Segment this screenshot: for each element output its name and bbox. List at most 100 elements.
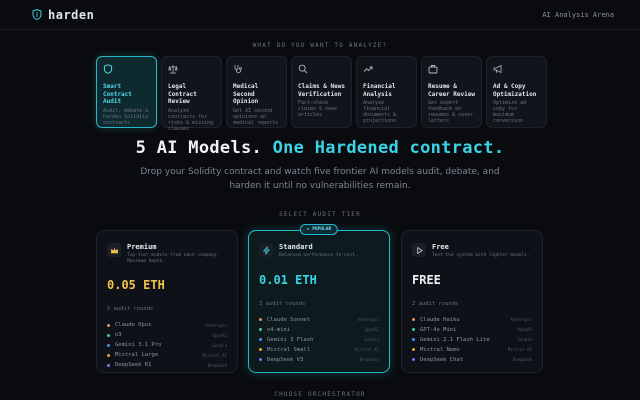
category-desc: Analyze financial documents & projection… (363, 100, 397, 124)
model-dot (259, 318, 262, 321)
model-dot (259, 328, 262, 331)
hero-accent: One Hardened contract. (272, 138, 505, 158)
category-card-smart-contract[interactable]: Smart Contract Audit Audit, debate & har… (96, 56, 157, 128)
category-title: Financial Analysis (363, 83, 396, 98)
model-dot (412, 358, 415, 361)
category-list: Smart Contract Audit Audit, debate & har… (96, 56, 547, 132)
category-title: Ad & Copy Optimization (493, 83, 537, 98)
tier-card-standard[interactable]: ★ POPULAR Standard Balanced performance-… (248, 224, 390, 373)
model-dot (412, 318, 415, 321)
model-dot (107, 323, 110, 327)
category-desc: Get expert feedback on resumes & cover l… (428, 100, 474, 124)
model-dot (107, 353, 110, 357)
model-row: DeepSeek R1 DeepSeek (107, 360, 227, 370)
tier-desc: Top-tier models from each company. Maxim… (127, 253, 220, 264)
model-list: Claude Haiku Anthropic GPT-4o Mini OpenAI … (412, 315, 532, 365)
model-provider: OpenAI (517, 327, 532, 332)
model-provider: Google (517, 337, 532, 342)
popular-badge: ★ POPULAR (299, 224, 339, 235)
shield-icon (103, 64, 113, 74)
scale-icon (168, 65, 178, 74)
category-desc: Optimize ad copy for maximum conversion (493, 100, 527, 124)
model-row: Gemini 2.1 Flash Lite Google (412, 335, 532, 345)
category-card-resume[interactable]: Resume & Career Review Get expert feedba… (421, 56, 482, 128)
tier-price: 0.01 ETH (259, 272, 317, 287)
bolt-icon (259, 243, 273, 257)
model-row: Gemini 3.1 Pro Google (107, 340, 227, 350)
tier-desc: Balanced performance-to-cost. (279, 253, 358, 258)
model-name: Mistral Large (115, 352, 159, 358)
model-dot (412, 338, 415, 341)
model-row: Claude Sonnet Anthropic (259, 315, 379, 325)
model-dot (259, 358, 262, 361)
magnifier-icon (298, 64, 308, 74)
top-bar: harden AI Analysis Arena (0, 0, 640, 30)
nav-label[interactable]: AI Analysis Arena (542, 11, 614, 19)
model-name: Claude Sonnet (267, 316, 311, 323)
model-row: Mistral Large Mistral AI (107, 350, 227, 360)
tier-name: Premium (127, 243, 157, 251)
briefcase-icon (428, 65, 438, 74)
tier-rounds: 3 audit rounds (259, 300, 306, 307)
category-card-financial[interactable]: Financial Analysis Analyze financial doc… (356, 56, 417, 128)
model-row: GPT-4o Mini OpenAI (412, 325, 532, 335)
model-dot (107, 343, 110, 347)
shield-logo-icon (32, 9, 42, 20)
model-row: Claude Opus Anthropic (107, 320, 227, 330)
tier-rounds: 2 audit rounds (412, 300, 459, 307)
model-row: o4-mini OpenAI (259, 325, 379, 335)
category-title: Smart Contract Audit (103, 83, 132, 105)
hero-headline: 5 AI Models. One Hardened contract. (0, 138, 640, 158)
tier-card-premium[interactable]: Premium Top-tier models from each compan… (96, 230, 238, 373)
tier-price: 0.05 ETH (107, 278, 165, 292)
category-desc: Analyze contracts for risks & missing cl… (168, 107, 214, 132)
crown-icon (107, 243, 121, 257)
model-name: DeepSeek V3 (267, 356, 304, 363)
model-row: Mistral Nemo Mistral AI (412, 345, 532, 355)
model-name: DeepSeek Chat (420, 356, 464, 363)
model-name: Claude Haiku (420, 316, 460, 323)
model-dot (107, 363, 110, 367)
category-title: Claims & News Verification (298, 83, 345, 98)
model-provider: OpenAI (364, 327, 379, 332)
brand-name: harden (48, 7, 95, 22)
analyze-section-label: WHAT DO YOU WANT TO ANALYZE? (252, 42, 388, 49)
trend-icon (363, 66, 373, 72)
tier-desc: Test the system with lighter models. (432, 253, 530, 258)
brand[interactable]: harden (32, 8, 94, 22)
model-dot (107, 333, 110, 337)
orchestrator-section-label: CHOOSE ORCHESTRATOR (274, 391, 366, 398)
model-provider: DeepSeek (207, 362, 227, 368)
model-row: o3 OpenAI (107, 330, 227, 340)
model-name: Gemini 3.1 Pro (115, 342, 162, 348)
model-provider: DeepSeek (359, 357, 379, 362)
play-icon (412, 243, 426, 257)
model-name: GPT-4o Mini (420, 326, 457, 333)
tier-price: FREE (412, 272, 441, 287)
model-row: Claude Haiku Anthropic (412, 315, 532, 325)
category-title: Medical Second Opinion (233, 83, 259, 105)
category-desc: Audit, debate & harden Solidity contract… (103, 107, 149, 126)
category-card-medical[interactable]: Medical Second Opinion Get AI second opi… (226, 56, 287, 128)
hero-lead: 5 AI Models. (135, 138, 263, 158)
tier-card-free[interactable]: Free Test the system with lighter models… (401, 230, 543, 373)
model-list: Claude Sonnet Anthropic o4-mini OpenAI Gem… (259, 315, 379, 365)
category-card-legal[interactable]: Legal Contract Review Analyze contracts … (161, 56, 222, 132)
model-name: o3 (115, 332, 122, 338)
tier-rounds: 5 audit rounds (107, 306, 154, 312)
megaphone-icon (493, 64, 502, 74)
model-provider: Mistral AI (507, 347, 532, 352)
model-provider: OpenAI (212, 332, 227, 338)
model-list: Claude Opus Anthropic o3 OpenAI Gemini 3.1… (107, 320, 227, 370)
model-row: Gemini 3 Flash Google (259, 335, 379, 345)
category-title: Resume & Career Review (428, 83, 475, 98)
model-name: Claude Opus (115, 322, 152, 328)
hero-subtitle: Drop your Solidity contract and watch fi… (140, 167, 500, 191)
category-card-claims[interactable]: Claims & News Verification Fact-check cl… (291, 56, 352, 128)
model-provider: Mistral AI (354, 347, 379, 352)
model-name: Mistral Small (267, 346, 311, 353)
model-name: o4-mini (267, 326, 291, 333)
category-card-ad-copy[interactable]: Ad & Copy Optimization Optimize ad copy … (486, 56, 547, 128)
model-provider: Anthropic (510, 317, 532, 322)
tier-name: Free (432, 243, 449, 251)
